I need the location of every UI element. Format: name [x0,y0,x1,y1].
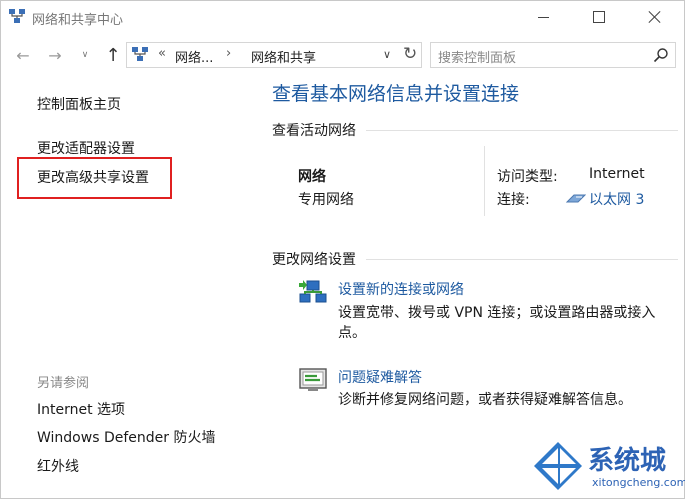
windows-logo-icon [534,442,582,490]
network-icon [9,9,25,23]
address-bar[interactable]: « 网络... › 网络和共享 ∨ ↻ [126,42,422,68]
search-box[interactable]: 搜索控制面板 [430,42,676,68]
section-divider [366,259,678,260]
window-title: 网络和共享中心 [32,13,124,28]
watermark-url: xitongcheng.com [592,476,685,489]
see-also-infrared[interactable]: 红外线 [37,456,79,476]
see-also-internet-options[interactable]: Internet 选项 [37,399,125,419]
troubleshoot-description: 诊断并修复网络问题，或者获得疑难解答信息。 [338,392,632,408]
network-icon [132,47,148,61]
recent-locations-dropdown[interactable]: ∨ [78,44,92,66]
vertical-divider [484,146,485,216]
troubleshoot-icon [299,368,327,391]
change-settings-heading: 更改网络设置 [272,252,356,268]
section-divider [366,130,678,131]
setup-connection-link[interactable]: 设置新的连接或网络 [338,279,464,299]
breadcrumb-overflow[interactable]: « [158,46,166,61]
breadcrumb-item[interactable]: 网络... [175,47,213,66]
forward-button[interactable]: → [44,44,66,66]
connection-link[interactable]: 以太网 3 [589,189,644,209]
breadcrumb-item[interactable]: 网络和共享 [251,47,316,66]
see-also-heading: 另请参阅 [37,376,90,391]
chevron-down-icon[interactable]: ∨ [383,48,391,61]
search-icon[interactable] [653,47,669,63]
ethernet-icon [566,194,586,203]
up-button[interactable]: ↑ [102,44,124,66]
watermark-text: 系统城 [588,446,667,476]
close-icon [649,11,661,23]
address-toolbar: ← → ∨ ↑ « 网络... › 网络和共享 ∨ ↻ 搜索控制面板 [0,38,685,72]
main-content: 查看基本网络信息并设置连接 查看活动网络 网络 专用网络 访问类型: Inter… [248,74,685,499]
highlight-box [17,157,172,199]
title-bar: 网络和共享中心 [0,0,685,34]
network-category: 专用网络 [298,192,354,208]
maximize-button[interactable] [576,0,622,34]
access-type-label: 访问类型: [497,169,558,185]
watermark: 系统城 xitongcheng.com [530,438,685,496]
see-also-windows-defender-firewall[interactable]: Windows Defender 防火墙 [37,427,215,447]
minimize-button[interactable] [520,0,566,34]
close-button[interactable] [632,0,678,34]
network-name: 网络 [298,169,326,185]
active-networks-heading: 查看活动网络 [272,123,356,139]
troubleshoot-link[interactable]: 问题疑难解答 [338,367,422,387]
network-setup-icon [299,280,327,303]
minimize-icon [537,16,549,18]
page-title: 查看基本网络信息并设置连接 [272,83,520,105]
sidebar-item-control-panel-home[interactable]: 控制面板主页 [37,94,121,114]
sidebar-item-change-adapter-settings[interactable]: 更改适配器设置 [37,138,135,158]
sidebar: 控制面板主页 更改适配器设置 更改高级共享设置 另请参阅 Internet 选项… [0,74,248,499]
refresh-icon[interactable]: ↻ [403,44,417,64]
maximize-icon [593,11,605,23]
search-placeholder: 搜索控制面板 [438,51,517,66]
connection-label: 连接: [497,192,530,208]
setup-connection-description: 设置宽带、拨号或 VPN 连接；或设置路由器或接入点。 [338,305,656,341]
breadcrumb-separator[interactable]: › [226,46,231,61]
back-button[interactable]: ← [12,44,34,66]
access-type-value: Internet [589,166,645,182]
